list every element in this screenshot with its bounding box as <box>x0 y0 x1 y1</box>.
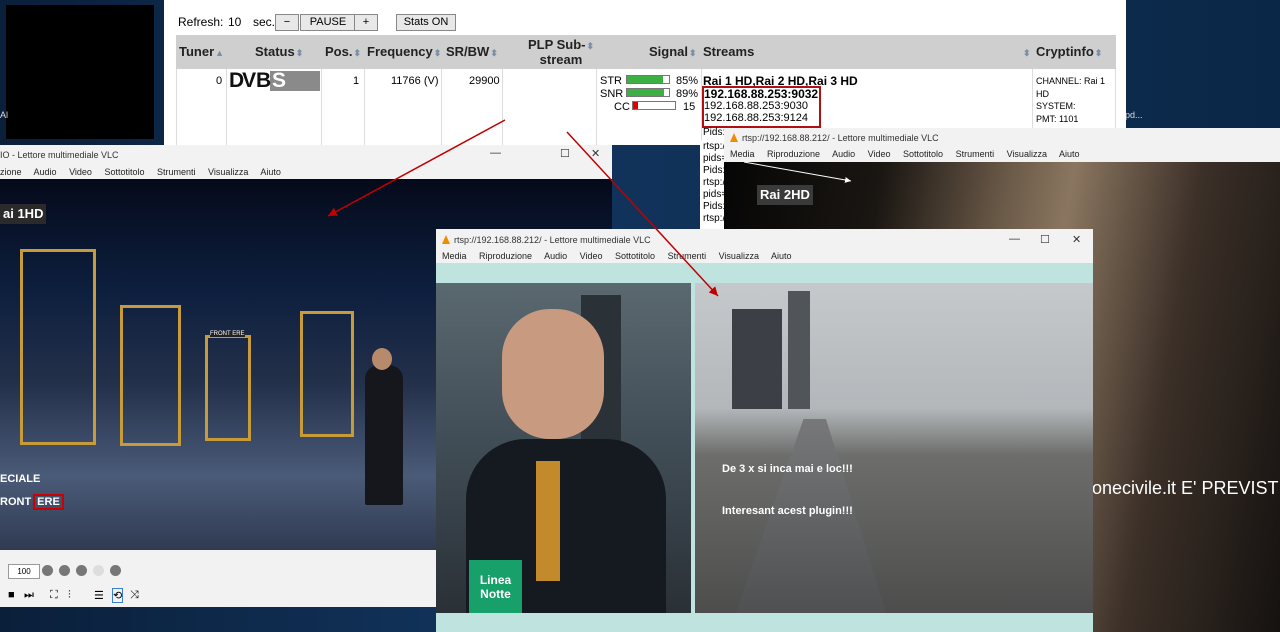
arrow-to-rai1 <box>327 119 506 217</box>
arrow-to-rai2 <box>743 161 852 183</box>
annotation-arrows <box>327 119 852 297</box>
arrow-to-center <box>566 131 719 297</box>
